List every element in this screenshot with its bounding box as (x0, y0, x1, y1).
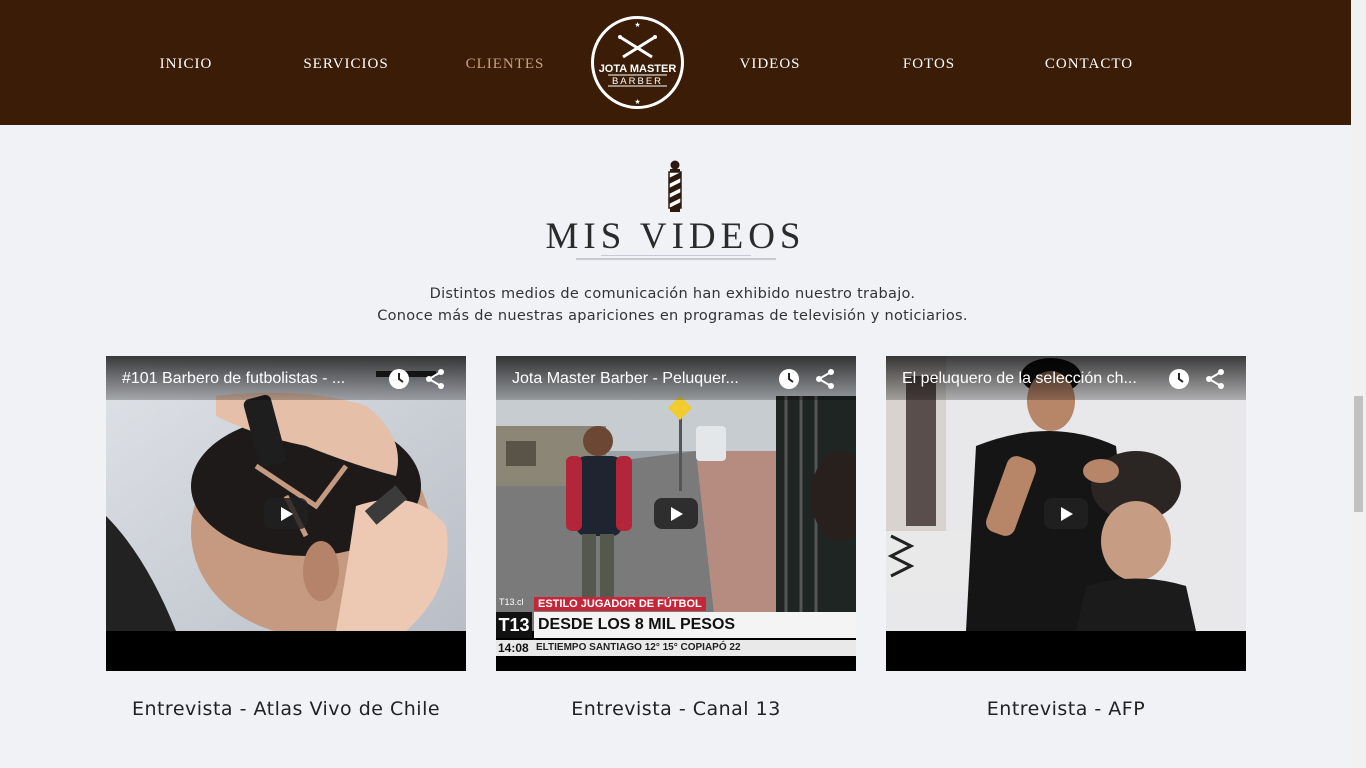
svg-text:★: ★ (634, 98, 640, 106)
video-card-1: #101 Barbero de futbolistas - ... Entrev… (106, 356, 466, 720)
video-top-bar-3: El peluquero de la selección ch... (886, 356, 1246, 400)
intro-line-2: Conoce más de nuestras apariciones en pr… (377, 308, 968, 324)
news-channel-small: T13.cl (499, 597, 524, 607)
scrollbar-thumb[interactable] (1354, 396, 1363, 512)
section-title: MIS VIDEOS (545, 216, 806, 257)
nav-link-clientes[interactable]: CLIENTES (425, 56, 585, 76)
section-intro: Distintos medios de comunicación han exh… (0, 283, 1345, 327)
video-caption-2: Entrevista - Canal 13 (571, 698, 781, 720)
nav-link-videos[interactable]: VIDEOS (690, 56, 850, 76)
news-ticker-text: ELTIEMPO SANTIAGO 12° 15° COPIAPÓ 22 (536, 642, 741, 653)
share-icon[interactable] (424, 368, 446, 390)
nav-link-fotos[interactable]: FOTOS (849, 56, 1009, 76)
news-time: 14:08 (498, 641, 529, 655)
play-button-2[interactable] (654, 498, 698, 529)
video-caption-1: Entrevista - Atlas Vivo de Chile (131, 698, 441, 720)
share-icon[interactable] (814, 368, 836, 390)
video-caption-3: Entrevista - AFP (986, 698, 1146, 720)
video-player-1[interactable]: #101 Barbero de futbolistas - ... (106, 356, 466, 671)
video-title-3[interactable]: El peluquero de la selección ch... (902, 370, 1142, 388)
logo-line1: JOTA MASTER (599, 63, 677, 75)
barber-pole-icon (668, 160, 682, 212)
news-headline: DESDE LOS 8 MIL PESOS (534, 612, 856, 638)
nav-link-contacto[interactable]: CONTACTO (1009, 56, 1169, 76)
share-icon[interactable] (1204, 368, 1226, 390)
page-scrollbar[interactable] (1351, 0, 1366, 768)
news-tag: ESTILO JUGADOR DE FÚTBOL (534, 597, 706, 611)
video-card-2: T13.cl ESTILO JUGADOR DE FÚTBOL T13 DESD… (496, 356, 856, 720)
news-channel-logo: T13 (496, 612, 532, 638)
clock-icon[interactable] (1168, 368, 1190, 390)
svg-text:★: ★ (634, 21, 640, 29)
logo-line2: BARBER (612, 76, 663, 87)
video-title-2[interactable]: Jota Master Barber - Peluquer... (512, 370, 752, 388)
title-underline (576, 255, 776, 260)
top-navigation: INICIO SERVICIOS CLIENTES ★ ★ JOTA MASTE… (0, 0, 1351, 125)
news-ticker: ELTIEMPO SANTIAGO 12° 15° COPIAPÓ 22 (496, 640, 856, 656)
nav-link-servicios[interactable]: SERVICIOS (266, 56, 426, 76)
play-button-1[interactable] (264, 498, 308, 529)
clock-icon[interactable] (388, 368, 410, 390)
jota-master-barber-logo[interactable]: ★ ★ JOTA MASTER BARBER (590, 15, 685, 110)
nav-link-inicio[interactable]: INICIO (106, 56, 266, 76)
news-lower-third: T13.cl ESTILO JUGADOR DE FÚTBOL T13 DESD… (496, 596, 856, 671)
video-title-1[interactable]: #101 Barbero de futbolistas - ... (122, 370, 362, 388)
intro-line-1: Distintos medios de comunicación han exh… (429, 286, 916, 302)
play-button-3[interactable] (1044, 498, 1088, 529)
video-top-bar-1: #101 Barbero de futbolistas - ... (106, 356, 466, 400)
video-player-2[interactable]: T13.cl ESTILO JUGADOR DE FÚTBOL T13 DESD… (496, 356, 856, 671)
video-player-3[interactable]: El peluquero de la selección ch... (886, 356, 1246, 671)
video-top-bar-2: Jota Master Barber - Peluquer... (496, 356, 856, 400)
video-card-3: El peluquero de la selección ch... Entre… (886, 356, 1246, 720)
clock-icon[interactable] (778, 368, 800, 390)
